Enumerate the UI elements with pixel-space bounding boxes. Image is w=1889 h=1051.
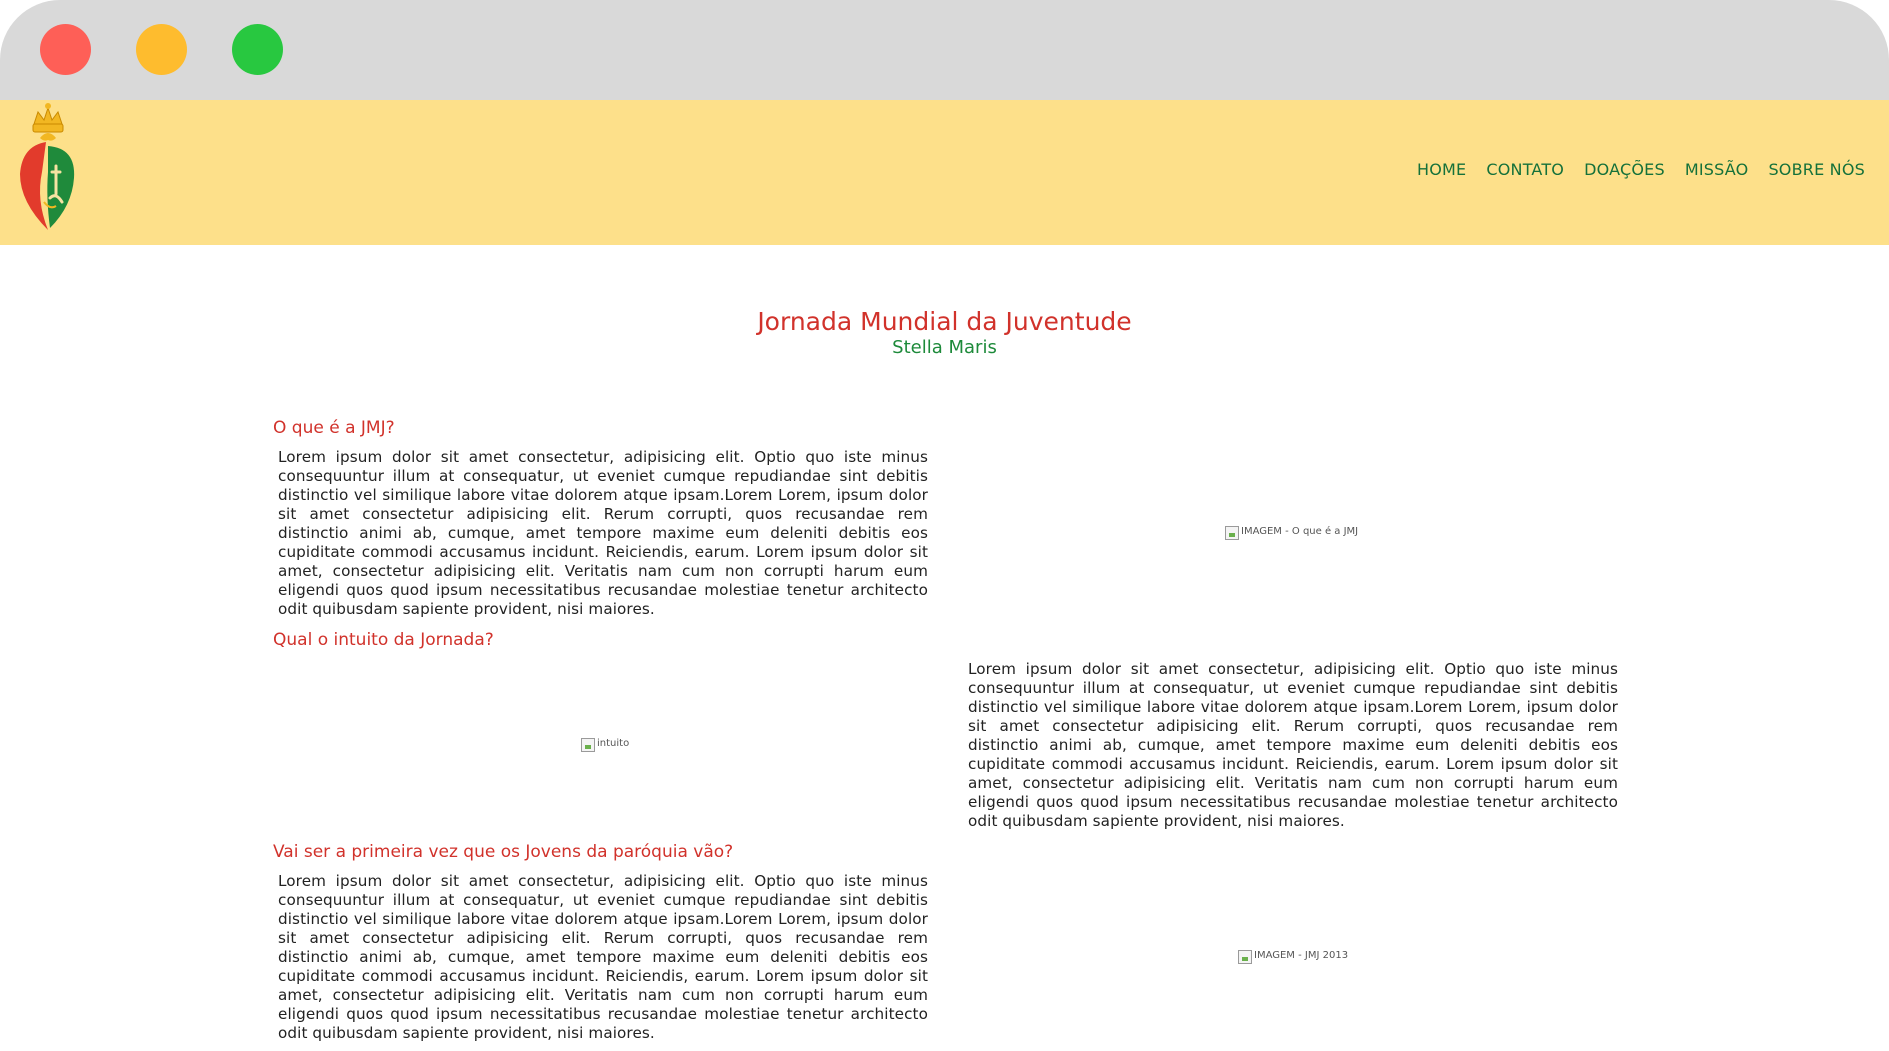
image-o-que-e-jmj: IMAGEM - O que é a JMJ [1225, 526, 1358, 540]
section-text-intuito: Lorem ipsum dolor sit amet consectetur, … [968, 660, 1618, 830]
section-heading-primeira-vez: Vai ser a primeira vez que os Jovens da … [273, 842, 734, 862]
section-heading-intuito: Qual o intuito da Jornada? [273, 630, 494, 650]
site-header: HOME CONTATO DOAÇÕES MISSÃO SOBRE NÓS [0, 100, 1889, 245]
browser-window: HOME CONTATO DOAÇÕES MISSÃO SOBRE NÓS Jo… [0, 0, 1889, 1051]
broken-image-icon [1225, 526, 1239, 540]
page-subtitle: Stella Maris [892, 337, 997, 358]
nav-sobre-nos[interactable]: SOBRE NÓS [1768, 160, 1865, 179]
minimize-window-button[interactable] [136, 24, 187, 75]
window-titlebar [0, 0, 1889, 100]
section-heading-o-que-e: O que é a JMJ? [273, 418, 395, 438]
image-jmj-2013: IMAGEM - JMJ 2013 [1238, 950, 1348, 964]
hero: Jornada Mundial da Juventude Stella Mari… [0, 307, 1889, 359]
image-intuito: intuito [581, 738, 629, 752]
maximize-window-button[interactable] [232, 24, 283, 75]
section-text-primeira-vez: Lorem ipsum dolor sit amet consectetur, … [278, 872, 928, 1042]
nav-contato[interactable]: CONTATO [1486, 160, 1564, 179]
nav-doacoes[interactable]: DOAÇÕES [1584, 160, 1665, 179]
nav-missao[interactable]: MISSÃO [1685, 160, 1749, 179]
broken-image-icon [1238, 950, 1252, 964]
broken-image-icon [581, 738, 595, 752]
nav-home[interactable]: HOME [1417, 160, 1466, 179]
page-title: Jornada Mundial da Juventude [757, 307, 1132, 336]
parish-logo-icon[interactable] [16, 102, 78, 234]
close-window-button[interactable] [40, 24, 91, 75]
main-nav: HOME CONTATO DOAÇÕES MISSÃO SOBRE NÓS [1417, 160, 1865, 179]
section-text-o-que-e: Lorem ipsum dolor sit amet consectetur, … [278, 448, 928, 618]
